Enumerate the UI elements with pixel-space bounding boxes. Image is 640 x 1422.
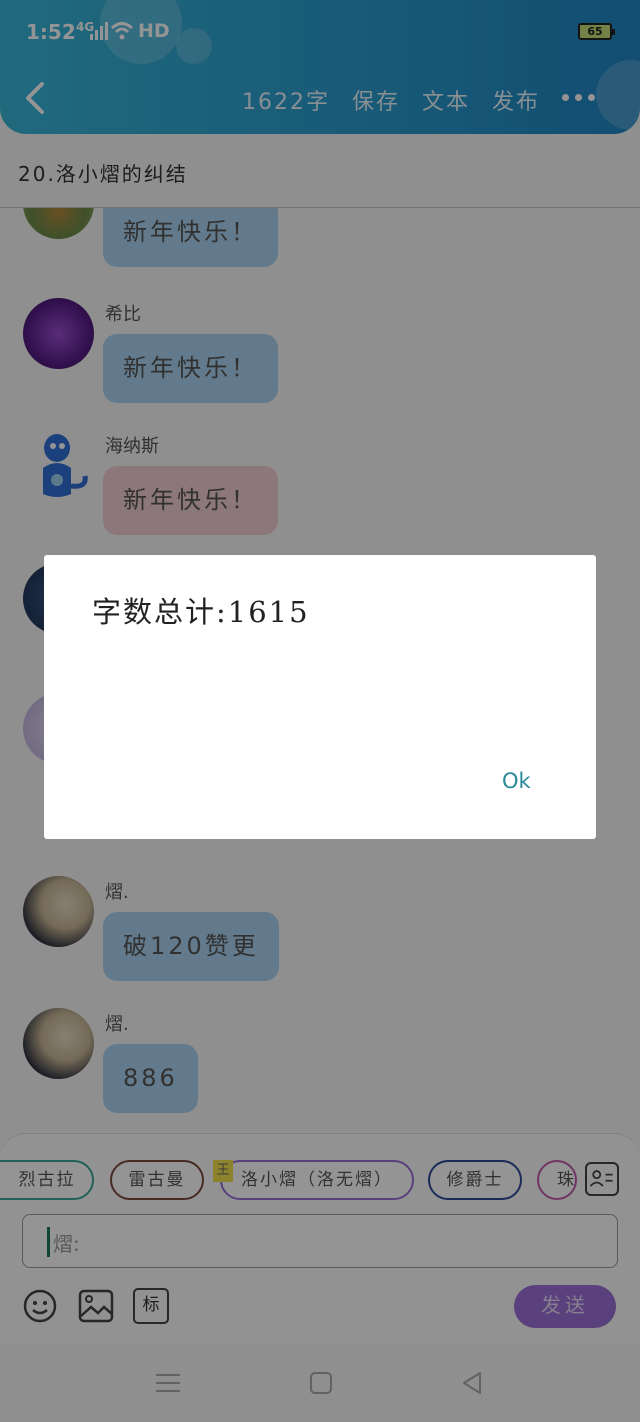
ok-button[interactable]: Ok [502,769,531,793]
word-count-dialog: 字数总计:1615 Ok [44,555,596,839]
dialog-message: 字数总计:1615 [92,595,310,629]
